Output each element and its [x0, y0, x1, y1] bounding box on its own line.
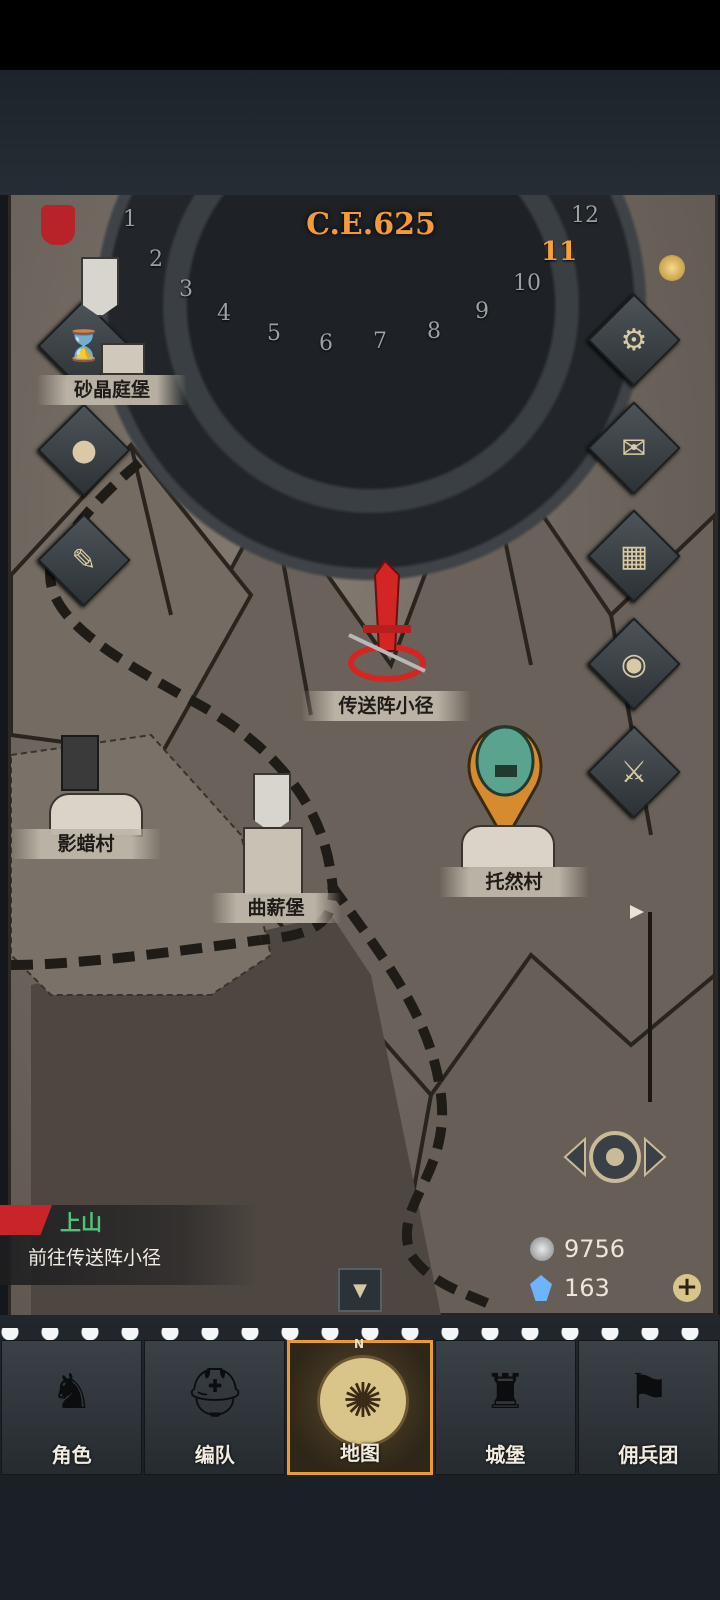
- pouch-icon: ●: [70, 432, 98, 468]
- location-qu-castle[interactable]: 曲薪堡: [211, 893, 341, 923]
- crystal-counter: 163: [530, 1272, 610, 1304]
- shadow-banner-icon: [61, 735, 99, 791]
- nav-tab-mercenary[interactable]: ⚑ 佣兵团: [577, 1340, 720, 1475]
- calendar-month: 9: [475, 299, 489, 324]
- status-bar-area: [0, 0, 720, 70]
- mercenary-icon: ⚑: [626, 1364, 670, 1420]
- crystal-icon: [530, 1275, 552, 1301]
- location-toran-village[interactable]: 托然村: [439, 867, 589, 897]
- stocking-icon: [41, 205, 75, 245]
- add-crystal-button[interactable]: +: [673, 1274, 701, 1302]
- silver-counter: 9756: [530, 1233, 625, 1265]
- collapse-button[interactable]: ▼: [338, 1268, 382, 1312]
- nav-label: 角色: [51, 1443, 92, 1467]
- locate-button[interactable]: [561, 1125, 671, 1189]
- calendar-month: 10: [513, 271, 541, 296]
- top-frame: [0, 70, 720, 195]
- calendar-month: 8: [427, 319, 441, 344]
- silver-coin-icon: [530, 1237, 554, 1261]
- snow-house-icon: [461, 825, 555, 869]
- calendar-month: 6: [319, 331, 333, 356]
- bottom-nav: ♞ 角色 ⛑ 编队 N ✺ 地图 ♜ 城堡 ⚑ 佣兵团: [0, 1337, 720, 1475]
- nav-label: 地图: [340, 1441, 380, 1465]
- sword-marker-icon[interactable]: [339, 555, 439, 685]
- nav-tab-character[interactable]: ♞ 角色: [1, 1340, 143, 1475]
- calendar-month: 4: [217, 301, 231, 326]
- nav-tab-formation[interactable]: ⛑ 编队: [144, 1340, 286, 1475]
- soldier-icon: ⚔: [620, 754, 648, 790]
- nav-label: 编队: [194, 1443, 235, 1467]
- location-sand-crystal-castle[interactable]: 砂晶庭堡: [37, 375, 187, 405]
- nav-label: 城堡: [485, 1443, 526, 1467]
- knight-icon: ♞: [50, 1364, 94, 1420]
- calendar-month-current: 11: [541, 237, 578, 267]
- gear-icon: ⚙: [620, 322, 648, 358]
- calendar-month: 5: [267, 321, 281, 346]
- scroll-coin-icon: ◉: [620, 646, 648, 682]
- castle-icon: ♜: [483, 1364, 527, 1420]
- calendar-month: 1: [123, 207, 137, 232]
- calendar-month: 12: [571, 203, 599, 228]
- calendar-month: 3: [179, 277, 193, 302]
- helmet-icon: ⛑: [184, 1364, 246, 1421]
- quest-title: 上山: [60, 1211, 102, 1235]
- bottom-frame-lower: [0, 1475, 720, 1600]
- zoom-slider-handle[interactable]: [630, 905, 644, 919]
- mail-icon: ✉: [621, 430, 647, 466]
- nav-tab-castle[interactable]: ♜ 城堡: [434, 1340, 576, 1475]
- castle-small-icon: [101, 343, 145, 375]
- ornament-icon: [659, 255, 685, 281]
- map-compass-icon: ✺: [317, 1355, 409, 1447]
- chevron-down-icon: ▼: [353, 1279, 367, 1301]
- window-icon: ▦: [619, 538, 649, 574]
- calendar-month: 7: [373, 329, 387, 354]
- quest-description: 前往传送阵小径: [28, 1247, 162, 1269]
- nav-tab-map[interactable]: N ✺ 地图: [287, 1337, 433, 1475]
- map-scroll-icon: ✎: [71, 542, 97, 578]
- world-map[interactable]: C.E.625 1 2 3 4 5 6 7 8 9 10 11 12 ⌛ ● ✎…: [8, 195, 718, 1315]
- location-teleport-path[interactable]: 传送阵小径: [301, 691, 471, 721]
- calendar-month: 2: [149, 247, 163, 272]
- silver-amount: 9756: [564, 1235, 626, 1263]
- compass-north: N: [354, 1337, 365, 1351]
- location-shadow-village[interactable]: 影蜡村: [11, 829, 161, 859]
- castle-tower-icon: [243, 827, 303, 897]
- nav-label: 佣兵团: [618, 1443, 679, 1467]
- crystal-amount: 163: [564, 1274, 610, 1302]
- calendar-year: C.E.625: [306, 207, 436, 242]
- zoom-slider-track[interactable]: [648, 912, 652, 1102]
